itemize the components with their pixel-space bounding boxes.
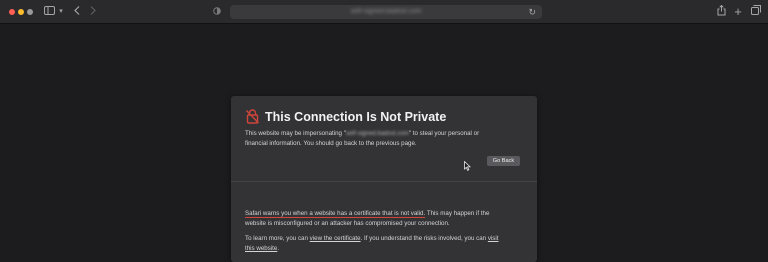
text-segment: website is misconfigured or an attacker … — [245, 220, 450, 227]
visit-website-link-continued[interactable]: this website — [245, 245, 277, 252]
mouse-cursor-icon — [464, 158, 471, 171]
broken-lock-icon — [245, 109, 260, 124]
text-segment: This website may be impersonating " — [245, 130, 346, 137]
visit-website-link[interactable]: visit — [488, 235, 499, 242]
close-window-button[interactable] — [9, 9, 15, 15]
reload-icon[interactable]: ↻ — [528, 5, 536, 19]
impersonation-text: This website may be impersonating "self-… — [245, 129, 521, 149]
text-segment: . — [277, 245, 280, 252]
new-tab-icon[interactable]: + — [733, 5, 743, 19]
minimize-window-button[interactable] — [18, 9, 24, 15]
text-segment: . If you understand the risks involved, … — [360, 235, 488, 242]
zoom-window-button[interactable] — [27, 9, 33, 15]
page-content: This Connection Is Not Private This webs… — [0, 24, 768, 262]
back-arrow-icon[interactable] — [72, 5, 82, 19]
address-text: self-signed.badssl.com — [350, 8, 422, 15]
learn-more-text: To learn more, you can view the certific… — [245, 234, 521, 254]
chevron-down-icon[interactable]: ▾ — [57, 5, 65, 19]
go-back-button[interactable]: Go Back — [487, 156, 520, 166]
text-segment: This may happen if the — [425, 210, 490, 217]
sidebar-icon[interactable] — [43, 5, 55, 19]
text-segment: " to steal your personal or — [408, 130, 480, 137]
view-certificate-link[interactable]: view the certificate — [310, 235, 361, 242]
highlighted-sentence: Safari warns you when a website has a ce… — [245, 210, 426, 218]
text-segment: To learn more, you can — [245, 235, 310, 242]
forward-arrow-icon[interactable] — [88, 5, 98, 19]
warning-title: This Connection Is Not Private — [265, 110, 447, 124]
text-segment: financial information. You should go bac… — [245, 140, 417, 147]
privacy-report-icon[interactable] — [212, 5, 222, 19]
address-bar[interactable]: self-signed.badssl.com ↻ — [230, 5, 542, 19]
certificate-explanation: Safari warns you when a website has a ce… — [245, 209, 521, 229]
browser-toolbar: ▾ self-signed.badssl.com ↻ + — [0, 0, 768, 24]
privacy-warning-card: This Connection Is Not Private This webs… — [231, 96, 537, 262]
section-divider — [231, 181, 537, 182]
tab-overview-icon[interactable] — [750, 5, 762, 19]
share-icon[interactable] — [715, 4, 727, 19]
blurred-domain: self-signed.badssl.com — [345, 130, 409, 137]
